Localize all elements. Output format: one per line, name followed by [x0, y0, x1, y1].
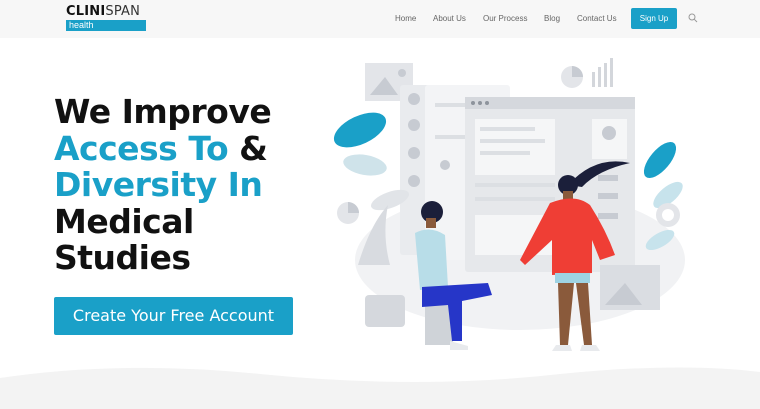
clinispan-logo[interactable]: CLINISPAN health [66, 5, 148, 31]
headline-line-3: Diversity In [54, 165, 263, 204]
logo-subtitle: health [66, 20, 146, 31]
headline-line-2: Access To & [54, 128, 268, 168]
site-header: CLINISPAN health Home About Us Our Proce… [0, 0, 760, 38]
medical-study-illustration [333, 58, 685, 351]
nav-about-us[interactable]: About Us [433, 14, 466, 23]
sign-up-button[interactable]: Sign Up [631, 8, 677, 29]
headline-line-1: We Improve [54, 92, 272, 131]
hero-headline: We Improve Access To & Diversity In Medi… [54, 92, 354, 277]
nav-contact-us[interactable]: Contact Us [577, 14, 617, 23]
nav-our-process[interactable]: Our Process [483, 14, 527, 23]
search-icon[interactable] [688, 13, 698, 23]
headline-line-5: Studies [54, 238, 191, 277]
bottom-wave-divider [0, 367, 760, 409]
nav-blog[interactable]: Blog [544, 14, 560, 23]
nav-home[interactable]: Home [395, 14, 416, 23]
headline-line-4: Medical [54, 201, 194, 241]
logo-wordmark: CLINISPAN [66, 4, 141, 19]
create-account-button[interactable]: Create Your Free Account [54, 297, 293, 335]
